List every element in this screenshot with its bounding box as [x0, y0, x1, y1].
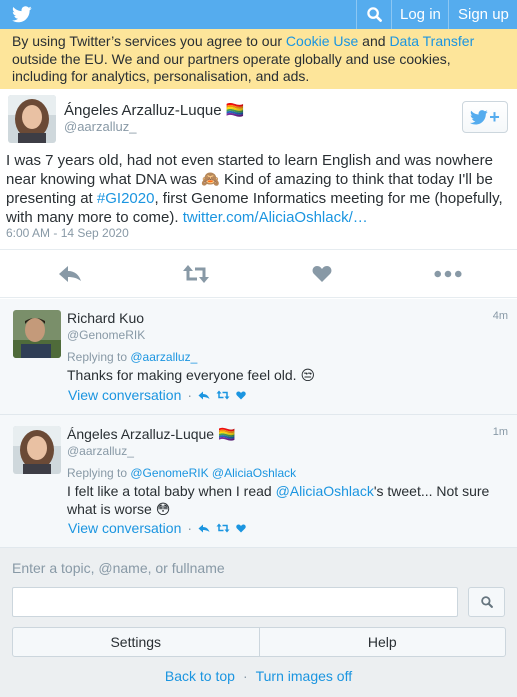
reply-button[interactable] [56, 264, 84, 284]
like-icon[interactable] [236, 524, 246, 533]
separator: · [242, 668, 248, 684]
reply-icon [59, 266, 81, 282]
login-link[interactable]: Log in [400, 0, 441, 29]
main-tweet: Ángeles Arzalluz-Luque 🏳️‍🌈 @aarzalluz_ … [0, 89, 517, 298]
cookie-text-before: By using Twitter’s services you agree to… [12, 33, 286, 49]
retweet-icon[interactable] [216, 523, 230, 533]
avatar[interactable] [8, 95, 56, 143]
avatar[interactable] [13, 426, 61, 474]
separator: · [187, 520, 193, 536]
tweet-author-handle[interactable]: @aarzalluz_ [64, 119, 136, 134]
reply-icon[interactable] [198, 524, 210, 533]
tweet-author-name[interactable]: Ángeles Arzalluz-Luque 🏳️‍🌈 [64, 101, 244, 119]
avatar[interactable] [13, 310, 61, 358]
reply-text: I felt like a total baby when I read @Al… [67, 482, 507, 518]
retweet-icon[interactable] [216, 390, 230, 400]
reply-text-before: I felt like a total baby when I read [67, 483, 276, 499]
reply-item[interactable]: Ángeles Arzalluz-Luque 🏳️‍🌈 @aarzalluz_ … [0, 415, 517, 548]
like-icon[interactable] [236, 391, 246, 400]
reply-author-name[interactable]: Ángeles Arzalluz-Luque 🏳️‍🌈 [67, 426, 235, 443]
data-transfer-link[interactable]: Data Transfer [389, 33, 474, 49]
replying-to-link[interactable]: @aarzalluz_ [130, 350, 197, 364]
back-to-top-link[interactable]: Back to top [165, 668, 235, 684]
reply-author-handle[interactable]: @GenomeRIK [67, 328, 145, 342]
help-button[interactable]: Help [260, 628, 506, 656]
footer-links: Back to top · Turn images off [0, 668, 517, 684]
reply-footer: View conversation · [68, 520, 246, 536]
replying-to: Replying to @aarzalluz_ [67, 350, 197, 364]
plus-icon: + [489, 107, 500, 127]
retweet-icon [183, 265, 209, 283]
top-bar: Log in Sign up [0, 0, 517, 29]
replying-to-link[interactable]: @GenomeRIK @AliciaOshlack [130, 466, 296, 480]
tweet-text: I was 7 years old, had not even started … [6, 151, 511, 227]
hashtag-link[interactable]: #GI2020 [97, 190, 155, 207]
settings-button[interactable]: Settings [13, 628, 259, 656]
cookie-text-middle: and [358, 33, 390, 49]
search-submit-button[interactable] [468, 587, 505, 617]
reply-author-handle[interactable]: @aarzalluz_ [67, 444, 134, 458]
mention-link[interactable]: @AliciaOshlack [276, 483, 374, 499]
like-button[interactable] [308, 264, 336, 284]
turn-images-off-link[interactable]: Turn images off [256, 668, 353, 684]
reply-author-name[interactable]: Richard Kuo [67, 310, 144, 326]
search-label: Enter a topic, @name, or fullname [12, 560, 225, 576]
reply-time[interactable]: 4m [493, 310, 508, 322]
tweet-url-link[interactable]: twitter.com/AliciaOshlack/… [183, 209, 368, 226]
replying-to: Replying to @GenomeRIK @AliciaOshlack [67, 466, 296, 480]
reply-text: Thanks for making everyone feel old. 😒 [67, 367, 316, 383]
twitter-bird-icon[interactable] [12, 6, 32, 23]
tweet-actions [0, 249, 517, 297]
replying-prefix: Replying to [67, 466, 131, 480]
replying-prefix: Replying to [67, 350, 131, 364]
footer: Enter a topic, @name, or fullname Settin… [0, 548, 517, 697]
search-icon [366, 7, 382, 22]
view-conversation-link[interactable]: View conversation [68, 520, 181, 536]
separator: · [187, 387, 193, 403]
cookie-text-after: outside the EU. We and our partners oper… [12, 50, 451, 85]
search-button[interactable] [357, 0, 391, 29]
follow-button[interactable]: + [462, 101, 508, 133]
divider [391, 0, 392, 29]
view-conversation-link[interactable]: View conversation [68, 387, 181, 403]
divider [448, 0, 449, 29]
like-icon [312, 266, 332, 282]
footer-buttons: Settings Help [12, 627, 506, 657]
reply-item[interactable]: Richard Kuo @GenomeRIK 4m Replying to @a… [0, 299, 517, 415]
more-icon [434, 270, 462, 278]
signup-link[interactable]: Sign up [458, 0, 509, 29]
retweet-button[interactable] [182, 264, 210, 284]
reply-footer: View conversation · [68, 387, 246, 403]
reply-time[interactable]: 1m [493, 426, 508, 438]
tweet-timestamp[interactable]: 6:00 AM - 14 Sep 2020 [6, 226, 129, 240]
cookie-use-link[interactable]: Cookie Use [286, 33, 358, 49]
twitter-bird-icon [470, 109, 488, 124]
reply-icon[interactable] [198, 391, 210, 400]
search-icon [480, 596, 493, 608]
more-button[interactable] [434, 264, 462, 284]
cookie-banner: By using Twitter’s services you agree to… [0, 29, 517, 89]
search-input[interactable] [12, 587, 458, 617]
